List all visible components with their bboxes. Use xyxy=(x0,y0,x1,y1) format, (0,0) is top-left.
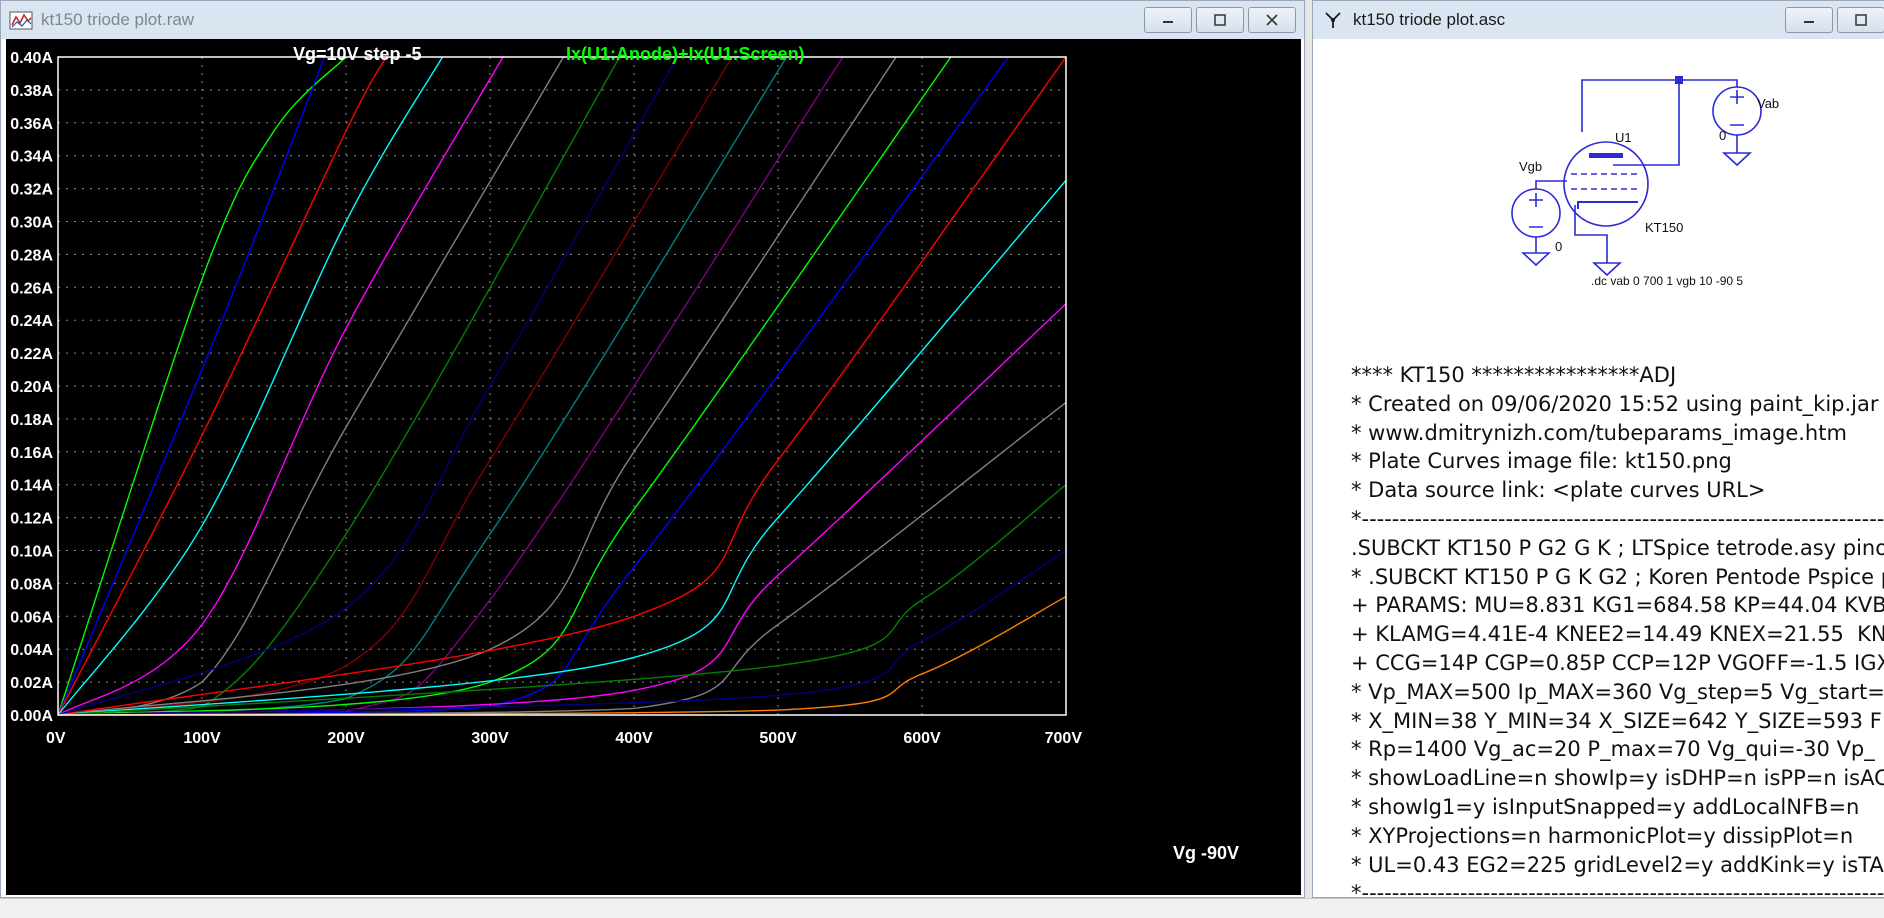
restore-icon xyxy=(1855,14,1867,26)
dc-directive[interactable]: .dc vab 0 700 1 vgb 10 -90 5 xyxy=(1591,274,1743,288)
y-tick-label: 0.24A xyxy=(10,313,53,330)
plate-curve xyxy=(57,484,1067,716)
x-tick-label: 400V xyxy=(615,730,653,747)
schematic-window-title: kt150 triode plot.asc xyxy=(1353,10,1506,29)
netlist-line: * .SUBCKT KT150 P G K G2 ; Koren Pentode… xyxy=(1351,564,1884,589)
y-tick-label: 0.26A xyxy=(10,280,53,297)
plate-curve xyxy=(57,56,788,716)
y-tick-label: 0.34A xyxy=(10,149,53,166)
netlist-line: *---------------------------------------… xyxy=(1351,881,1884,898)
minimize-icon xyxy=(1163,21,1173,23)
plot-window-titlebar[interactable]: kt150 triode plot.raw xyxy=(1,1,1304,39)
ground-node-label: 0 xyxy=(1555,239,1562,254)
y-tick-label: 0.12A xyxy=(10,511,53,528)
grid-source-label: Vgb xyxy=(1519,159,1542,174)
y-tick-label: 0.38A xyxy=(10,83,53,100)
y-tick-label: 0.32A xyxy=(10,182,53,199)
schematic-icon xyxy=(1319,6,1347,34)
trace-expression-label[interactable]: Ix(U1:Anode)+Ix(U1:Screen) xyxy=(566,44,805,64)
netlist-line: * Plate Curves image file: kt150.png xyxy=(1351,449,1732,474)
x-tick-label: 300V xyxy=(471,730,509,747)
plate-curve xyxy=(57,401,1067,716)
netlist-line: * X_MIN=38 Y_MIN=34 X_SIZE=642 Y_SIZE=59… xyxy=(1351,708,1882,733)
schematic-canvas[interactable]: U1 KT150 Vgb Vab 0 0 .dc vab 0 700 1 vgb… xyxy=(1325,39,1884,898)
netlist-line: * UL=0.43 EG2=225 gridLevel2=y addKink=y… xyxy=(1351,852,1884,877)
plot-window[interactable]: kt150 triode plot.raw 0.00A 0.02A 0.04A 0.0… xyxy=(0,0,1305,898)
netlist-line: * Rp=1400 Vg_ac=20 P_max=70 Vg_qui=-30 V… xyxy=(1351,737,1875,762)
netlist-line: *---------------------------------------… xyxy=(1351,506,1884,531)
plate-curve xyxy=(57,56,1009,716)
anode-source-label: Vab xyxy=(1757,96,1779,111)
window-divider xyxy=(1305,0,1312,898)
netlist-line: + KLAMG=4.41E-4 KNEE2=14.49 KNEX=21.55 K… xyxy=(1351,622,1884,647)
corner-label: Vg -90V xyxy=(1173,843,1239,863)
x-tick-label: 500V xyxy=(759,730,797,747)
plot-pane[interactable]: 0.00A 0.02A 0.04A 0.06A 0.08A 0.10A 0.12A 0.14A… xyxy=(6,39,1301,895)
spice-netlist[interactable]: **** KT150 ****************ADJ * Created … xyxy=(1351,361,1884,898)
iv-plot[interactable]: 0.00A 0.02A 0.04A 0.06A 0.08A 0.10A 0.12A 0.14A… xyxy=(6,39,1301,895)
netlist-line: + PARAMS: MU=8.831 KG1=684.58 KP=44.04 K… xyxy=(1351,593,1884,618)
status-bar xyxy=(0,898,1884,918)
x-tick-label: 0V xyxy=(46,730,66,747)
netlist-line: * showIg1=y isInputSnapped=y addLocalNFB… xyxy=(1351,794,1860,819)
anode-source-value: 0 xyxy=(1719,128,1726,143)
minimize-icon xyxy=(1804,21,1814,23)
restore-icon xyxy=(1214,14,1226,26)
tube-symbol[interactable] xyxy=(1563,141,1649,227)
netlist-line: **** KT150 ****************ADJ xyxy=(1351,363,1677,387)
y-tick-label: 0.30A xyxy=(10,215,53,232)
plate-curve xyxy=(57,56,326,716)
step-label: Vg=10V step -5 xyxy=(293,44,422,64)
y-tick-label: 0.04A xyxy=(10,642,53,659)
x-tick-label: 100V xyxy=(183,730,221,747)
close-button[interactable] xyxy=(1248,7,1296,33)
schematic-window-titlebar[interactable]: kt150 triode plot.asc xyxy=(1313,1,1884,39)
schematic-window-controls xyxy=(1785,7,1884,33)
maximize-button[interactable] xyxy=(1196,7,1244,33)
netlist-line: * Created on 09/06/2020 15:52 using pain… xyxy=(1351,391,1879,416)
y-tick-label: 0.28A xyxy=(10,247,53,264)
maximize-button[interactable] xyxy=(1837,7,1884,33)
grid-voltage-source[interactable] xyxy=(1511,188,1561,238)
netlist-line: .SUBCKT KT150 P G2 G K ; LTSpice tetrode… xyxy=(1351,535,1884,560)
y-tick-label: 0.10A xyxy=(10,544,53,561)
y-tick-label: 0.00A xyxy=(10,708,53,725)
x-tick-label: 200V xyxy=(327,730,365,747)
netlist-line: * www.dmitrynizh.com/tubeparams_image.ht… xyxy=(1351,420,1847,445)
y-axis-ticks: 0.00A 0.02A 0.04A 0.06A 0.08A 0.10A 0.12A 0.14A… xyxy=(10,50,53,725)
y-tick-label: 0.18A xyxy=(10,412,53,429)
netlist-line: * Vp_MAX=500 Ip_MAX=360 Vg_step=5 Vg_sta… xyxy=(1351,679,1884,704)
netlist-line: * showLoadLine=n showIp=y isDHP=n isPP=n… xyxy=(1351,766,1884,791)
netlist-line: * XYProjections=n harmonicPlot=y dissipP… xyxy=(1351,823,1854,848)
schematic-diagram[interactable]: U1 KT150 Vgb Vab 0 0 .dc vab 0 700 1 vgb… xyxy=(1325,39,1785,319)
plate-curve xyxy=(57,56,952,716)
y-tick-label: 0.16A xyxy=(10,445,53,462)
plot-window-controls xyxy=(1144,7,1296,33)
tube-model-label: KT150 xyxy=(1645,220,1683,235)
netlist-line: + CCG=14P CGP=0.85P CCP=12P VGOFF=-1.5 I… xyxy=(1351,650,1884,675)
close-icon xyxy=(1266,14,1278,26)
tube-ref-label: U1 xyxy=(1615,130,1632,145)
schematic-window[interactable]: kt150 triode plot.asc U1 KT150 Vgb Vab 0… xyxy=(1312,0,1884,898)
junction-dot xyxy=(1675,76,1683,84)
minimize-button[interactable] xyxy=(1785,7,1833,33)
y-tick-label: 0.20A xyxy=(10,379,53,396)
plot-window-title: kt150 triode plot.raw xyxy=(41,10,195,29)
y-tick-label: 0.40A xyxy=(10,50,53,67)
y-tick-label: 0.02A xyxy=(10,675,53,692)
plot-grid xyxy=(58,57,1066,715)
netlist-line: * Data source link: <plate curves URL> xyxy=(1351,478,1766,503)
y-tick-label: 0.14A xyxy=(10,478,53,495)
minimize-button[interactable] xyxy=(1144,7,1192,33)
waveform-icon xyxy=(7,6,35,34)
y-tick-label: 0.36A xyxy=(10,116,53,133)
x-tick-label: 600V xyxy=(903,730,941,747)
y-tick-label: 0.08A xyxy=(10,576,53,593)
plate-curve xyxy=(57,303,1067,716)
plate-curve xyxy=(57,56,565,716)
y-tick-label: 0.22A xyxy=(10,346,53,363)
x-axis-ticks: 0V 100V 200V 300V 400V 500V 600V 700V xyxy=(46,730,1082,747)
x-tick-label: 700V xyxy=(1045,730,1083,747)
y-tick-label: 0.06A xyxy=(10,609,53,626)
